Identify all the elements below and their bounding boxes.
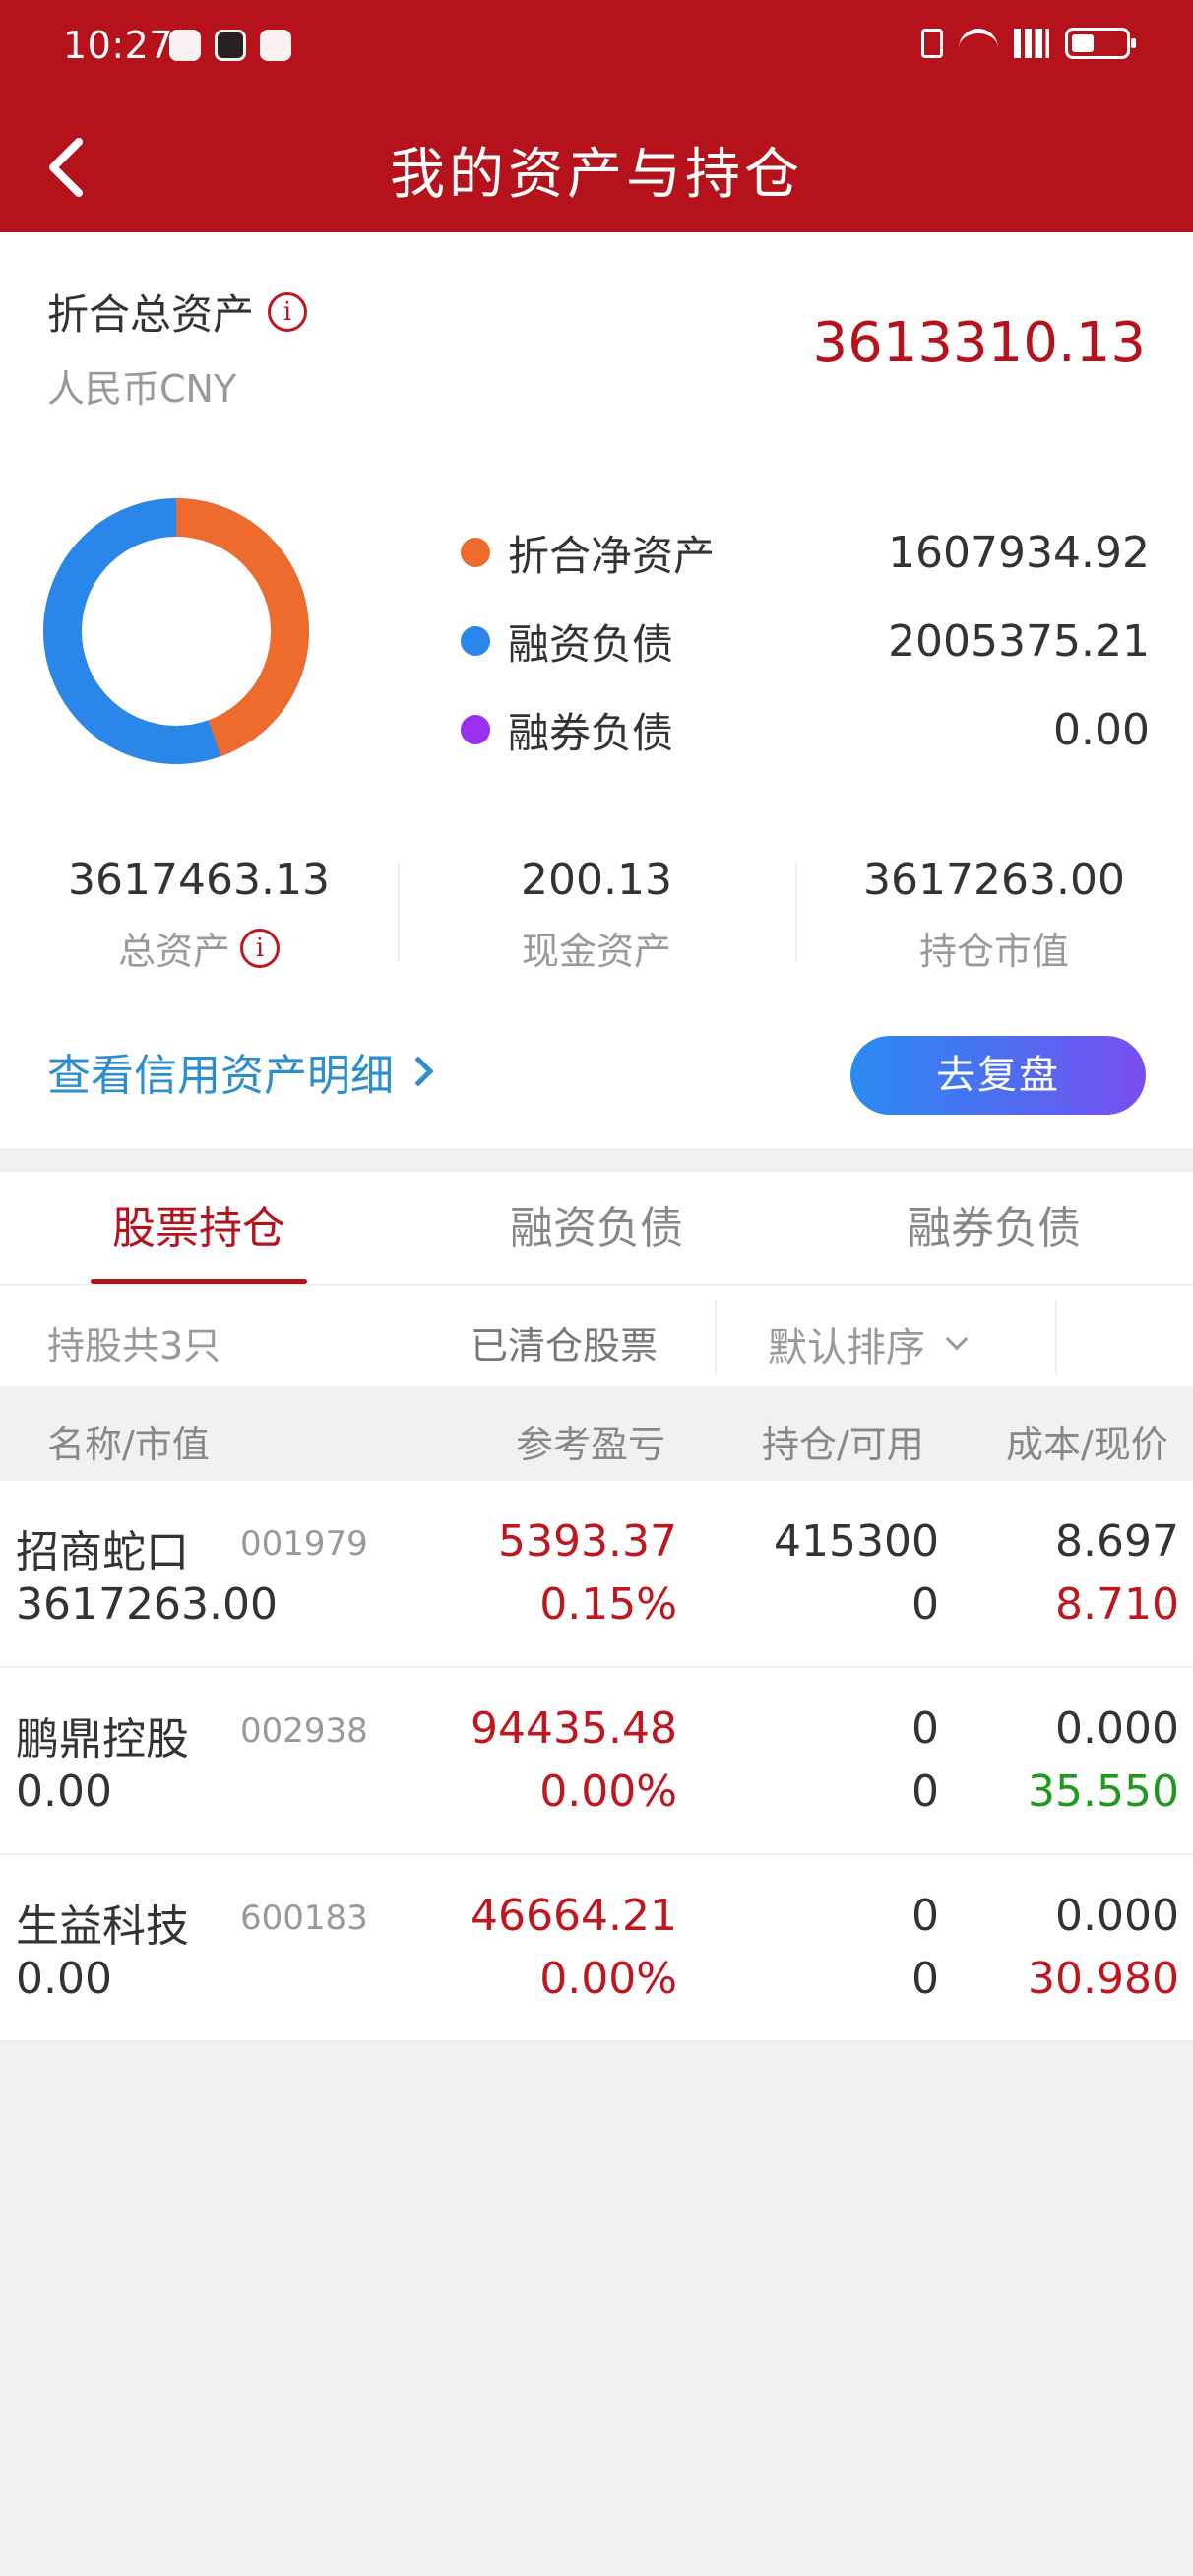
wifi-icon [959, 29, 998, 58]
top-bar: 10:27 我的资产与持仓 [0, 0, 1193, 232]
stat-value: 3617263.00 [863, 855, 1125, 905]
header-hold: 持仓/可用 [762, 1423, 924, 1466]
profit-loss: 5393.37 [498, 1516, 677, 1567]
current-price: 35.550 [1028, 1767, 1179, 1817]
stock-name: 鹏鼎控股 [16, 1714, 189, 1765]
market-value: 3617263.00 [16, 1579, 278, 1630]
signal-icon [1014, 29, 1049, 58]
profit-loss: 94435.48 [471, 1704, 677, 1754]
notification-icons [169, 30, 291, 61]
stat-value: 3617463.13 [68, 855, 330, 905]
holdings-tabs: 股票持仓 融资负债 融券负债 [0, 1172, 1193, 1286]
legend-dot-icon [461, 538, 490, 567]
stat-total-assets: 3617463.13 总资产 i [0, 843, 398, 981]
available-qty: 0 [911, 1579, 939, 1630]
chevron-right-icon [403, 1056, 434, 1087]
stat-value: 200.13 [521, 855, 672, 905]
filter-bar: 持股共3只 已清仓股票 默认排序 [0, 1286, 1193, 1388]
market-value: 0.00 [16, 1767, 112, 1817]
legend-item-financing-debt: 融资负债 2005375.21 [461, 597, 1150, 685]
legend-item-short-debt: 融券负债 0.00 [461, 685, 1150, 774]
profit-loss-pct: 0.15% [539, 1579, 677, 1630]
total-assets-label: 折合总资产 i [47, 282, 308, 342]
stock-name: 招商蛇口 [16, 1527, 189, 1578]
table-row[interactable]: 生益科技 600183 0.00 46664.21 0.00% 0 0 0.00… [0, 1855, 1193, 2042]
legend-dot-icon [461, 715, 490, 744]
status-time: 10:27 [63, 24, 174, 67]
status-bar: 10:27 [0, 0, 1193, 95]
asset-summary-card: 折合总资产 i 人民币CNY 3613310.13 折合净资产 1607934.… [0, 232, 1193, 1148]
asset-stats: 3617463.13 总资产 i 200.13 现金资产 3617263.00 … [0, 843, 1193, 981]
divider [1055, 1300, 1057, 1375]
stock-code: 001979 [240, 1524, 368, 1564]
legend-label: 折合净资产 [508, 531, 716, 580]
tab-stock-holdings[interactable]: 股票持仓 [0, 1172, 398, 1284]
header-name: 名称/市值 [47, 1423, 210, 1466]
stat-label: 现金资产 [521, 930, 671, 973]
tab-short-debt[interactable]: 融券负债 [795, 1172, 1193, 1284]
legend-label: 融券负债 [508, 708, 674, 757]
vibrate-icon [921, 29, 943, 58]
stock-name: 生益科技 [16, 1901, 189, 1952]
tab-financing-debt[interactable]: 融资负债 [398, 1172, 795, 1284]
chevron-down-icon [945, 1327, 969, 1351]
stock-code: 002938 [240, 1711, 368, 1751]
cost-price: 8.697 [1055, 1516, 1179, 1567]
holdings-list: 招商蛇口 001979 3617263.00 5393.37 0.15% 415… [0, 1481, 1193, 2042]
cost-price: 0.000 [1055, 1704, 1179, 1754]
legend-value: 0.00 [1053, 704, 1150, 755]
header-pl: 参考盈亏 [516, 1423, 666, 1466]
stat-label: 总资产 [117, 930, 230, 973]
sort-label: 默认排序 [768, 1325, 925, 1371]
holding-count: 持股共3只 [47, 1324, 221, 1368]
available-qty: 0 [911, 1767, 939, 1817]
legend-value: 1607934.92 [888, 527, 1150, 578]
stat-position-value: 3617263.00 持仓市值 [795, 843, 1193, 981]
battery-icon [1065, 28, 1136, 59]
legend-value: 2005375.21 [888, 615, 1150, 667]
legend-label: 融资负债 [508, 619, 674, 669]
system-icons [921, 28, 1136, 59]
review-button[interactable]: 去复盘 [850, 1036, 1146, 1115]
holdings-table-header: 名称/市值 参考盈亏 持仓/可用 成本/现价 [0, 1388, 1193, 1481]
profit-loss-pct: 0.00% [539, 1767, 677, 1817]
profit-loss: 46664.21 [471, 1891, 677, 1941]
legend-dot-icon [461, 626, 490, 656]
cost-price: 0.000 [1055, 1891, 1179, 1941]
nfc-icon [260, 30, 291, 61]
legend-item-net-assets: 折合净资产 1607934.92 [461, 508, 1150, 597]
asset-legend: 折合净资产 1607934.92 融资负债 2005375.21 融券负债 0.… [461, 508, 1150, 774]
current-price: 8.710 [1055, 1579, 1179, 1630]
currency-label: 人民币CNY [47, 367, 237, 411]
current-price: 30.980 [1028, 1954, 1179, 2004]
credit-asset-detail-text: 查看信用资产明细 [47, 1051, 394, 1101]
stat-cash-assets: 200.13 现金资产 [398, 843, 795, 981]
total-assets-label-text: 折合总资产 [47, 290, 255, 339]
asset-donut-chart [43, 498, 309, 764]
table-row[interactable]: 鹏鼎控股 002938 0.00 94435.48 0.00% 0 0 0.00… [0, 1668, 1193, 1855]
app-notification-icon [215, 30, 246, 61]
app-notification-icon [169, 30, 201, 61]
divider [715, 1300, 717, 1375]
sort-dropdown[interactable]: 默认排序 [768, 1316, 969, 1373]
profit-loss-pct: 0.00% [539, 1954, 677, 2004]
header-cost: 成本/现价 [1006, 1423, 1168, 1466]
info-icon[interactable]: i [268, 291, 308, 332]
position-qty: 0 [911, 1891, 939, 1941]
info-icon[interactable]: i [240, 928, 280, 968]
position-qty: 0 [911, 1704, 939, 1754]
page-title: 我的资产与持仓 [390, 143, 803, 207]
position-qty: 415300 [774, 1516, 939, 1567]
stock-code: 600183 [240, 1899, 368, 1938]
cleared-stocks-button[interactable]: 已清仓股票 [471, 1316, 658, 1370]
table-row[interactable]: 招商蛇口 001979 3617263.00 5393.37 0.15% 415… [0, 1481, 1193, 1668]
available-qty: 0 [911, 1954, 939, 2004]
total-assets-value: 3613310.13 [812, 311, 1146, 375]
stat-label: 持仓市值 [918, 930, 1069, 973]
credit-asset-detail-link[interactable]: 查看信用资产明细 [47, 1040, 434, 1103]
market-value: 0.00 [16, 1954, 112, 2004]
